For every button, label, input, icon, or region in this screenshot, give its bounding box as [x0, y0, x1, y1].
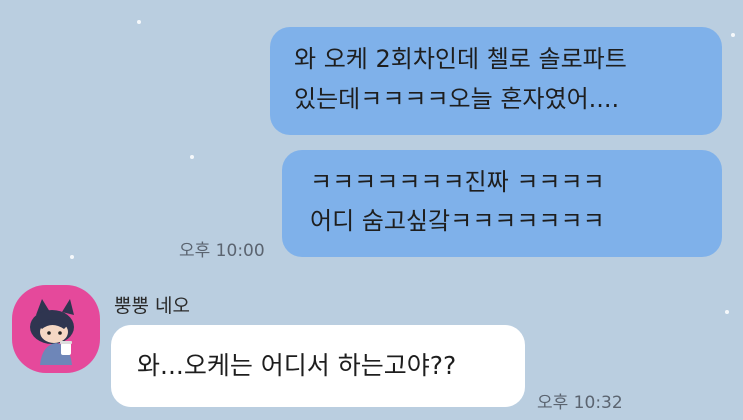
- sender-name: 뿡뿡 네오: [114, 295, 190, 317]
- avatar[interactable]: [12, 285, 100, 373]
- message-text-line: 어디 숨고싶갘ㅋㅋㅋㅋㅋㅋㅋ: [310, 207, 605, 235]
- neo-character-icon: [30, 299, 74, 365]
- snow-dot: [190, 155, 194, 159]
- message-timestamp: 오후 10:00: [179, 241, 265, 261]
- incoming-message-bubble[interactable]: 와...오케는 어디서 하는고야??: [111, 325, 525, 407]
- message-text-line: 와 오케 2회차인데 첼로 솔로파트: [294, 45, 627, 73]
- message-text-line: 있는데ㅋㅋㅋㅋ오늘 혼자였어....: [294, 85, 620, 113]
- snow-dot: [731, 33, 735, 37]
- outgoing-message-bubble[interactable]: ㅋㅋㅋㅋㅋㅋㅋ진짜 ㅋㅋㅋㅋ 어디 숨고싶갘ㅋㅋㅋㅋㅋㅋㅋ: [282, 150, 722, 257]
- snow-dot: [137, 20, 141, 24]
- message-text-line: ㅋㅋㅋㅋㅋㅋㅋ진짜 ㅋㅋㅋㅋ: [310, 168, 605, 196]
- snow-dot: [70, 255, 74, 259]
- message-timestamp: 오후 10:32: [537, 393, 623, 413]
- message-text-line: 와...오케는 어디서 하는고야??: [137, 351, 457, 380]
- outgoing-message-bubble[interactable]: 와 오케 2회차인데 첼로 솔로파트 있는데ㅋㅋㅋㅋ오늘 혼자였어....: [270, 27, 722, 135]
- snow-dot: [725, 310, 729, 314]
